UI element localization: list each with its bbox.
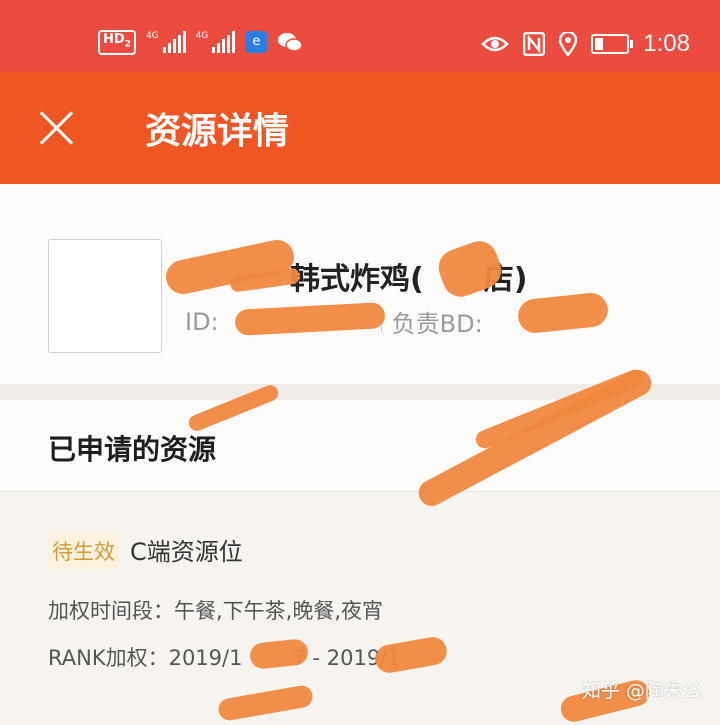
battery-icon — [591, 34, 634, 54]
signal-icon-sim2: 4G — [196, 31, 236, 54]
status-left: HD2 4G 4G e — [98, 30, 304, 55]
page-title: 资源详情 — [145, 111, 290, 152]
status-right: 1:08 — [481, 30, 690, 58]
wechat-icon — [278, 33, 304, 53]
applied-resources-header: 已申请的资源 — [0, 400, 720, 492]
rank-weight-line: RANK加权：2019/1 7 - 2019/1 — [48, 646, 401, 670]
store-card: 韩式炸鸡(店) ID: 负责BD: — [0, 184, 720, 384]
time-slots-line: 加权时间段：午餐,下午茶,晚餐,夜宵 — [48, 599, 384, 623]
eye-icon — [481, 36, 510, 52]
status-time: 1:08 — [643, 30, 690, 57]
close-icon[interactable] — [36, 108, 76, 148]
status-bar: HD2 4G 4G e 1:08 — [0, 0, 720, 72]
section-title: 已申请的资源 — [48, 433, 217, 466]
nfc-icon — [523, 32, 546, 56]
store-bd-label: 负责BD: — [391, 310, 483, 338]
watermark: 知乎 @陶朱公 — [581, 680, 702, 702]
location-icon — [559, 32, 578, 56]
store-id-label: ID: — [185, 307, 219, 336]
store-thumbnail — [48, 239, 162, 353]
hd-voice-icon: HD2 — [98, 30, 136, 55]
signal-icon-sim1: 4G — [146, 31, 186, 54]
resource-name: C端资源位 — [130, 538, 243, 566]
status-badge: 待生效 — [48, 532, 119, 570]
app-bar: 资源详情 — [0, 72, 720, 184]
browser-app-icon: e — [245, 31, 268, 54]
